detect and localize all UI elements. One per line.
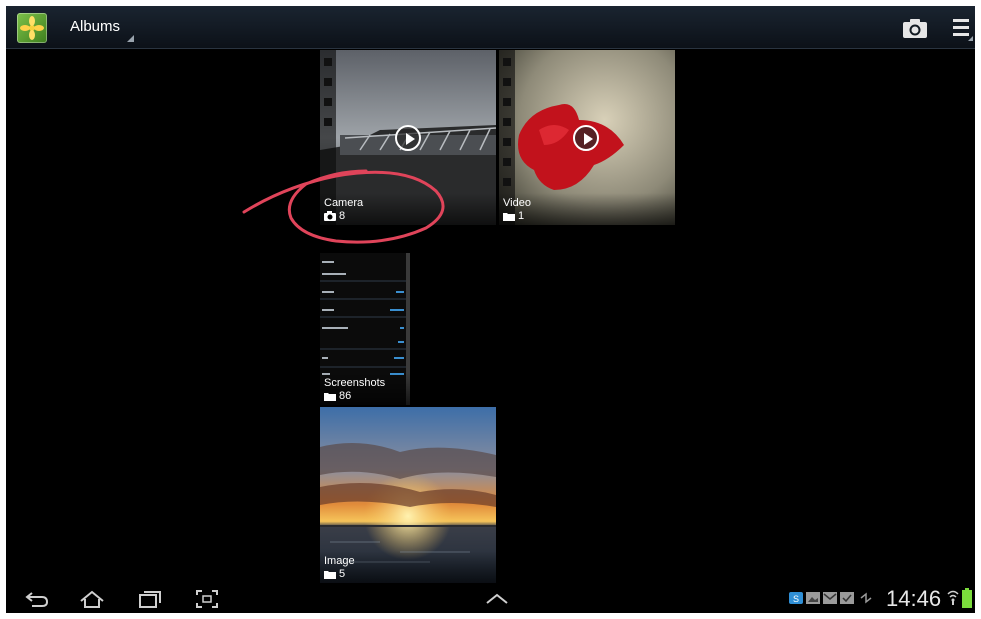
folder-icon <box>324 393 336 401</box>
play-icon <box>395 125 421 151</box>
album-count-value: 8 <box>339 210 346 222</box>
page-title[interactable]: Albums <box>70 18 120 35</box>
film-sprocket <box>503 98 511 106</box>
film-sprocket <box>503 178 511 186</box>
system-bar: S 14:46 <box>6 585 975 613</box>
device-screen: Albums Camera 8 Video 1 Screenshots 86 I… <box>6 6 975 613</box>
camera-icon[interactable] <box>902 17 928 39</box>
gallery-notif-icon[interactable] <box>806 592 820 604</box>
album-camera[interactable]: Camera 8 <box>320 50 496 225</box>
film-sprocket <box>324 118 332 126</box>
film-sprocket <box>503 78 511 86</box>
battery-icon[interactable] <box>962 588 972 608</box>
film-sprocket <box>503 58 511 66</box>
svg-text:S: S <box>793 594 799 604</box>
clock[interactable]: 14:46 <box>886 586 941 612</box>
play-icon <box>573 125 599 151</box>
wifi-icon[interactable] <box>947 589 959 605</box>
task-icon[interactable] <box>840 592 854 604</box>
album-count-value: 5 <box>339 568 346 580</box>
film-sprocket <box>324 98 332 106</box>
film-sprocket <box>503 138 511 146</box>
film-sprocket <box>503 118 511 126</box>
album-count: 5 <box>324 568 345 580</box>
album-name: Screenshots <box>324 377 386 389</box>
home-icon[interactable] <box>78 589 106 613</box>
back-icon[interactable] <box>24 589 50 613</box>
skype-icon[interactable]: S <box>789 592 803 604</box>
album-name: Camera <box>324 197 364 209</box>
album-screenshots[interactable]: Screenshots 86 <box>320 253 496 405</box>
album-count: 8 <box>324 210 345 222</box>
album-video[interactable]: Video 1 <box>499 50 675 225</box>
film-sprocket <box>324 78 332 86</box>
album-name: Video <box>503 197 531 209</box>
folder-icon <box>324 571 336 579</box>
email-icon[interactable] <box>823 592 837 604</box>
dropdown-caret-icon[interactable] <box>127 35 134 42</box>
album-count-value: 1 <box>518 210 525 222</box>
album-image[interactable]: Image 5 <box>320 407 496 583</box>
menu-icon[interactable] <box>952 16 974 42</box>
action-bar: Albums <box>6 6 975 49</box>
screenshot-icon[interactable] <box>194 589 220 613</box>
film-sprocket <box>503 158 511 166</box>
sync-icon[interactable] <box>859 592 873 604</box>
folder-icon <box>503 213 515 221</box>
recent-apps-icon[interactable] <box>136 589 162 613</box>
album-count: 1 <box>503 210 524 222</box>
up-arrow-icon[interactable] <box>484 589 510 613</box>
album-count: 86 <box>324 390 351 402</box>
album-count-value: 86 <box>339 390 352 402</box>
film-sprocket <box>324 58 332 66</box>
gallery-app-icon[interactable] <box>17 13 47 43</box>
album-name: Image <box>324 555 355 567</box>
camera-icon <box>324 211 336 221</box>
